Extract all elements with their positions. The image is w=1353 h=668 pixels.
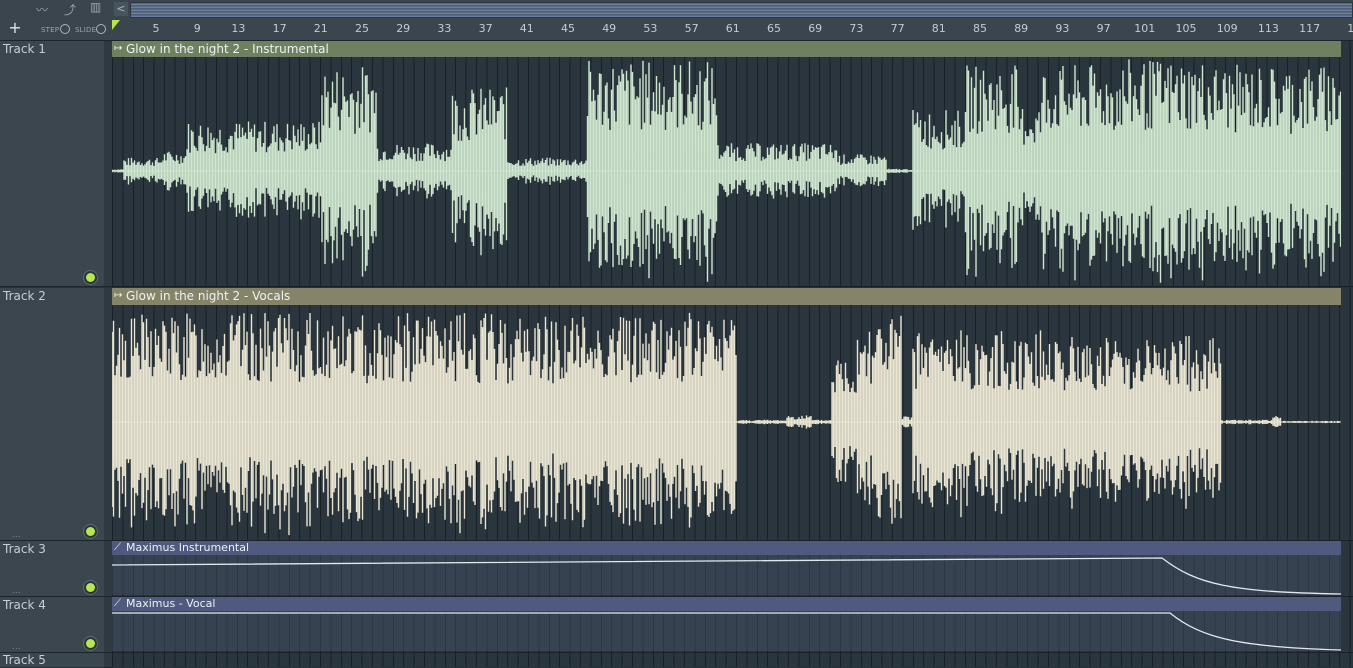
track-lane-4[interactable]: ⟋ Maximus - Vocal — [112, 597, 1353, 653]
playhead-marker-icon[interactable] — [112, 20, 120, 30]
bar-number: 57 — [684, 22, 699, 35]
track-dots: ... — [12, 642, 21, 652]
track-mute-led[interactable] — [86, 639, 95, 648]
audio-clip-waveform[interactable] — [112, 305, 1341, 539]
clip-name: Glow in the night 2 - Instrumental — [126, 42, 329, 56]
track-lane-5[interactable] — [112, 653, 1353, 667]
track-header-5[interactable]: Track 5 — [0, 653, 105, 667]
track-gutter — [104, 41, 112, 287]
slide-label: SLIDE — [75, 26, 97, 34]
timeline-ruler[interactable]: < 5 9 13 17 21 25 29 33 37 41 45 49 53 57 61 65 69 73 77 81… — [112, 0, 1353, 41]
automation-curve — [112, 557, 1341, 595]
bar-number: 17 — [272, 22, 287, 35]
clip-name: Glow in the night 2 - Vocals — [126, 289, 291, 303]
scroll-left-button[interactable]: < — [114, 2, 128, 16]
automation-clip-body[interactable] — [112, 555, 1341, 595]
bar-number: 45 — [561, 22, 575, 35]
step-label: STEP — [41, 26, 60, 34]
bar-number: 77 — [890, 22, 905, 35]
automation-curve — [112, 612, 1341, 651]
bar-number: 1 — [1347, 22, 1353, 35]
track-name: Track 2 — [3, 289, 46, 303]
track-name: Track 1 — [3, 42, 46, 56]
bar-number: 21 — [313, 22, 328, 35]
automation-clip-body[interactable] — [112, 611, 1341, 651]
waveform — [112, 312, 1341, 536]
bar-number: 61 — [725, 22, 740, 35]
track-header-4[interactable]: Track 4 ... — [0, 597, 105, 653]
track-dots: ... — [12, 530, 21, 540]
track-lane-3[interactable]: ⟋ Maximus Instrumental — [112, 541, 1353, 597]
track-lane-1[interactable]: ↦ Glow in the night 2 - Instrumental — [112, 41, 1353, 287]
bar-number: 49 — [602, 22, 617, 35]
track-mute-led[interactable] — [86, 273, 95, 282]
track-header-1[interactable]: Track 1 — [0, 41, 105, 287]
track-mute-led[interactable] — [86, 583, 95, 592]
track-lane-2[interactable]: ↦ Glow in the night 2 - Vocals — [112, 288, 1353, 541]
clip-header[interactable]: ↦ Glow in the night 2 - Instrumental — [112, 41, 1341, 57]
bar-number: 41 — [519, 22, 534, 35]
automation-clip-icon: ⟋ — [114, 598, 121, 609]
track-name: Track 5 — [3, 653, 46, 667]
playlist-toolbar: 〰 ⤴ ▥ + STEP SLIDE — [0, 0, 112, 41]
clip-name: Maximus Instrumental — [126, 541, 250, 554]
track-header-2[interactable]: Track 2 ... — [0, 288, 105, 541]
bar-number: 33 — [437, 22, 452, 35]
bar-number: 105 — [1175, 22, 1197, 35]
bar-number: 113 — [1257, 22, 1279, 35]
bar-number: 109 — [1216, 22, 1238, 35]
track-name: Track 4 — [3, 598, 46, 612]
waveform-icon[interactable]: 〰 — [36, 1, 48, 18]
bar-number: 97 — [1096, 22, 1111, 35]
automation-curve-icon[interactable]: ⤴ — [64, 1, 76, 18]
bar-number: 101 — [1134, 22, 1156, 35]
add-track-button[interactable]: + — [4, 18, 26, 38]
clip-header[interactable]: ⟋ Maximus - Vocal — [112, 597, 1341, 611]
clip-header[interactable]: ↦ Glow in the night 2 - Vocals — [112, 288, 1341, 305]
track-gutter — [104, 541, 112, 597]
bar-number: 53 — [643, 22, 658, 35]
bar-number: 93 — [1055, 22, 1070, 35]
track-mute-led[interactable] — [86, 527, 95, 536]
track-gutter — [104, 597, 112, 653]
track-gutter — [104, 653, 112, 668]
waveform — [112, 59, 1341, 283]
bar-number: 9 — [193, 22, 201, 35]
automation-clip-icon: ⟋ — [114, 542, 121, 553]
bar-number: 5 — [152, 22, 160, 35]
bar-number: 117 — [1299, 22, 1321, 35]
piano-icon[interactable]: ▥ — [90, 0, 101, 14]
bar-number: 29 — [396, 22, 411, 35]
audio-clip-icon: ↦ — [114, 43, 123, 54]
track-header-3[interactable]: Track 3 ... — [0, 541, 105, 597]
bar-number: 85 — [973, 22, 987, 35]
track-name: Track 3 — [3, 542, 46, 556]
clip-name: Maximus - Vocal — [126, 597, 216, 610]
bar-number: 25 — [355, 22, 369, 35]
track-dots: ... — [12, 586, 21, 596]
playlist-overview-scrollbar[interactable] — [130, 2, 1353, 18]
audio-clip-icon: ↦ — [114, 290, 123, 301]
bar-number: 37 — [478, 22, 493, 35]
bar-number: 73 — [849, 22, 864, 35]
bar-number: 81 — [931, 22, 946, 35]
bar-number: 13 — [231, 22, 246, 35]
bar-number: 69 — [808, 22, 823, 35]
step-toggle[interactable] — [60, 24, 70, 34]
slide-toggle[interactable] — [96, 24, 106, 34]
clip-header[interactable]: ⟋ Maximus Instrumental — [112, 541, 1341, 555]
bar-number: 65 — [767, 22, 781, 35]
audio-clip-waveform[interactable] — [112, 57, 1341, 285]
track-gutter — [104, 288, 112, 541]
bar-number: 89 — [1014, 22, 1029, 35]
